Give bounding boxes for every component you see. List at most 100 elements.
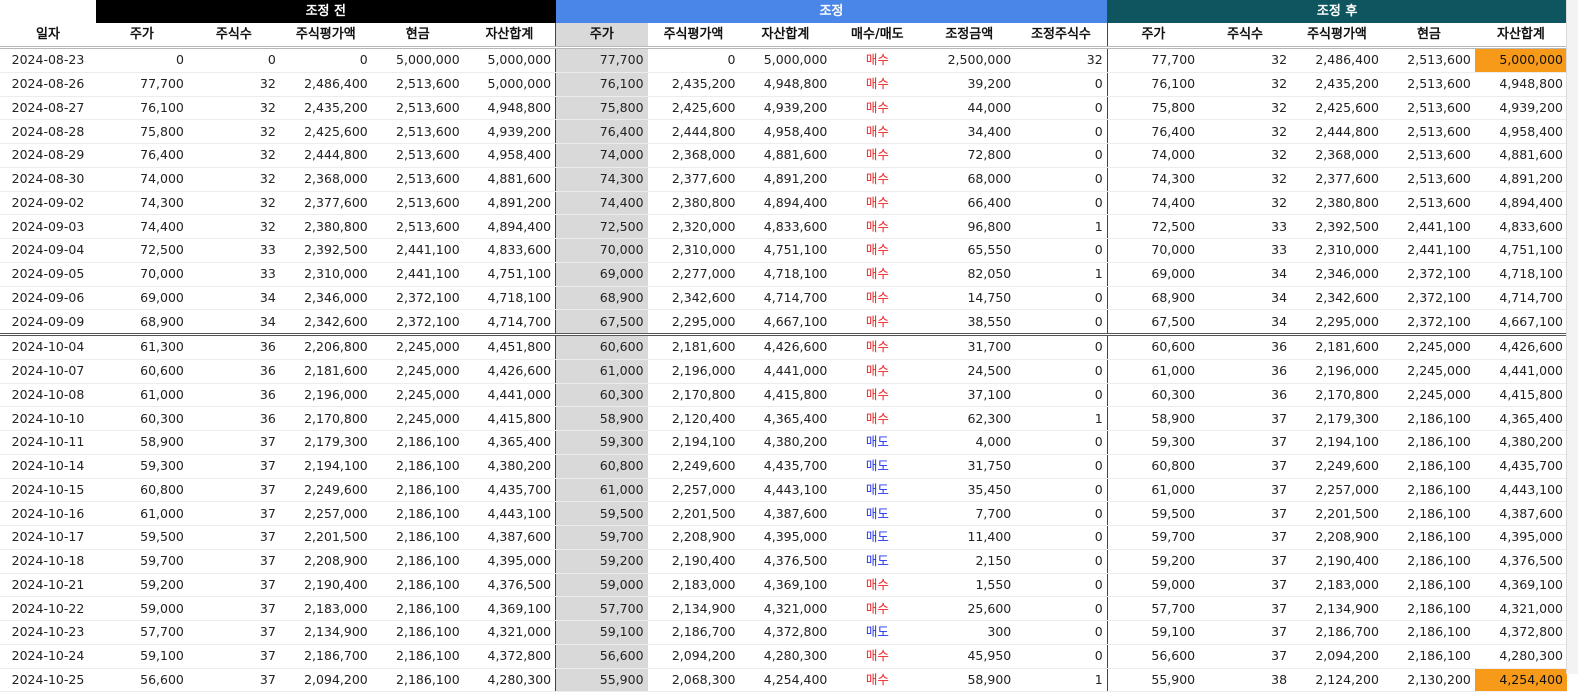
value-cell[interactable]: 69,000 (555, 262, 648, 287)
trade-type-cell[interactable]: 매수 (831, 309, 924, 335)
value-cell[interactable]: 1,550 (923, 573, 1016, 598)
date-cell[interactable]: 2024-08-27 (0, 96, 96, 121)
date-cell[interactable]: 2024-09-02 (0, 191, 96, 216)
value-cell[interactable]: 7,700 (923, 501, 1016, 526)
value-cell[interactable]: 37,100 (923, 383, 1016, 408)
trade-type-cell[interactable]: 매도 (831, 430, 924, 455)
column-header[interactable]: 일자 (0, 23, 96, 49)
value-cell[interactable]: 2,134,900 (647, 596, 740, 621)
value-cell[interactable]: 0 (95, 47, 188, 73)
column-header[interactable]: 주식수 (187, 23, 280, 49)
date-cell[interactable]: 2024-10-23 (0, 620, 96, 645)
value-cell[interactable]: 4,881,600 (463, 167, 557, 192)
value-cell[interactable]: 37 (1199, 644, 1292, 669)
value-cell[interactable]: 2,134,900 (279, 620, 372, 645)
column-header[interactable]: 현금 (1382, 23, 1475, 49)
date-cell[interactable]: 2024-10-08 (0, 383, 96, 408)
value-cell[interactable]: 2,444,800 (279, 143, 372, 168)
value-cell[interactable]: 2,435,200 (279, 96, 372, 121)
value-cell[interactable]: 2,513,600 (1382, 96, 1475, 121)
value-cell[interactable]: 4,833,600 (1474, 214, 1567, 239)
value-cell[interactable]: 0 (1015, 525, 1108, 550)
value-cell[interactable]: 32 (1199, 47, 1292, 73)
date-cell[interactable]: 2024-10-22 (0, 596, 96, 621)
value-cell[interactable]: 4,000 (923, 430, 1016, 455)
value-cell[interactable]: 44,000 (923, 96, 1016, 121)
value-cell[interactable]: 2,186,100 (371, 478, 464, 503)
value-cell[interactable]: 32 (187, 72, 280, 97)
value-cell[interactable]: 57,700 (1107, 596, 1200, 621)
value-cell[interactable]: 2,186,100 (371, 620, 464, 645)
date-cell[interactable]: 2024-10-14 (0, 454, 96, 479)
value-cell[interactable]: 4,894,400 (463, 214, 557, 239)
value-cell[interactable]: 2,513,600 (1382, 143, 1475, 168)
value-cell[interactable]: 4,435,700 (1474, 454, 1567, 479)
value-cell[interactable]: 70,000 (95, 262, 188, 287)
value-cell[interactable]: 2,441,100 (1382, 214, 1475, 239)
column-header[interactable]: 주식평가액 (647, 23, 740, 49)
value-cell[interactable]: 2,186,100 (371, 596, 464, 621)
value-cell[interactable]: 32 (187, 167, 280, 192)
value-cell[interactable]: 60,800 (95, 478, 188, 503)
value-cell[interactable]: 4,751,100 (739, 238, 832, 263)
value-cell[interactable]: 2,346,000 (1291, 262, 1383, 287)
value-cell[interactable]: 61,000 (1107, 359, 1200, 384)
value-cell[interactable]: 70,000 (555, 238, 648, 263)
value-cell[interactable]: 32 (1199, 96, 1292, 121)
value-cell[interactable]: 34 (1199, 262, 1292, 287)
value-cell[interactable]: 4,714,700 (1474, 286, 1567, 311)
value-cell[interactable]: 5,000,000 (1474, 47, 1567, 73)
value-cell[interactable]: 0 (1015, 620, 1108, 645)
value-cell[interactable]: 14,750 (923, 286, 1016, 311)
value-cell[interactable]: 2,170,800 (1291, 383, 1383, 408)
value-cell[interactable]: 32 (187, 214, 280, 239)
value-cell[interactable]: 59,700 (555, 525, 648, 550)
value-cell[interactable]: 61,000 (1107, 478, 1200, 503)
trade-type-cell[interactable]: 매수 (831, 359, 924, 384)
value-cell[interactable]: 34,400 (923, 119, 1016, 144)
value-cell[interactable]: 4,321,000 (1474, 596, 1567, 621)
column-header[interactable]: 자산합계 (1474, 23, 1567, 49)
column-header[interactable]: 주가 (95, 23, 188, 49)
value-cell[interactable]: 37 (1199, 596, 1292, 621)
date-cell[interactable]: 2024-10-21 (0, 573, 96, 598)
value-cell[interactable]: 2,186,100 (1382, 549, 1475, 574)
value-cell[interactable]: 2,206,800 (279, 333, 372, 360)
value-cell[interactable]: 2,190,400 (279, 573, 372, 598)
value-cell[interactable]: 2,372,100 (1382, 309, 1475, 335)
trade-type-cell[interactable]: 매수 (831, 167, 924, 192)
value-cell[interactable]: 39,200 (923, 72, 1016, 97)
trade-type-cell[interactable]: 매수 (831, 238, 924, 263)
date-cell[interactable]: 2024-08-29 (0, 143, 96, 168)
value-cell[interactable]: 2,249,600 (1291, 454, 1383, 479)
value-cell[interactable]: 4,380,200 (463, 454, 557, 479)
value-cell[interactable]: 59,200 (555, 549, 648, 574)
value-cell[interactable]: 2,342,600 (1291, 286, 1383, 311)
value-cell[interactable]: 4,948,800 (463, 96, 557, 121)
date-cell[interactable]: 2024-09-09 (0, 309, 96, 335)
value-cell[interactable]: 59,300 (95, 454, 188, 479)
value-cell[interactable]: 37 (1199, 620, 1292, 645)
value-cell[interactable]: 2,513,600 (371, 96, 464, 121)
value-cell[interactable]: 36 (1199, 383, 1292, 408)
value-cell[interactable]: 2,186,100 (1382, 525, 1475, 550)
value-cell[interactable]: 4,958,400 (739, 119, 832, 144)
value-cell[interactable]: 2,150 (923, 549, 1016, 574)
date-cell[interactable]: 2024-10-11 (0, 430, 96, 455)
value-cell[interactable]: 59,700 (95, 549, 188, 574)
value-cell[interactable]: 4,280,300 (1474, 644, 1567, 669)
trade-type-cell[interactable]: 매수 (831, 262, 924, 287)
value-cell[interactable]: 4,443,100 (739, 478, 832, 503)
date-cell[interactable]: 2024-10-10 (0, 406, 96, 431)
value-cell[interactable]: 74,000 (555, 143, 648, 168)
value-cell[interactable]: 66,400 (923, 191, 1016, 216)
trade-type-cell[interactable]: 매수 (831, 644, 924, 669)
value-cell[interactable]: 57,700 (555, 596, 648, 621)
value-cell[interactable]: 45,950 (923, 644, 1016, 669)
date-cell[interactable]: 2024-09-04 (0, 238, 96, 263)
value-cell[interactable]: 4,369,100 (1474, 573, 1567, 598)
value-cell[interactable]: 2,310,000 (1291, 238, 1383, 263)
value-cell[interactable]: 4,387,600 (463, 525, 557, 550)
value-cell[interactable]: 72,800 (923, 143, 1016, 168)
value-cell[interactable]: 2,186,100 (371, 668, 464, 692)
